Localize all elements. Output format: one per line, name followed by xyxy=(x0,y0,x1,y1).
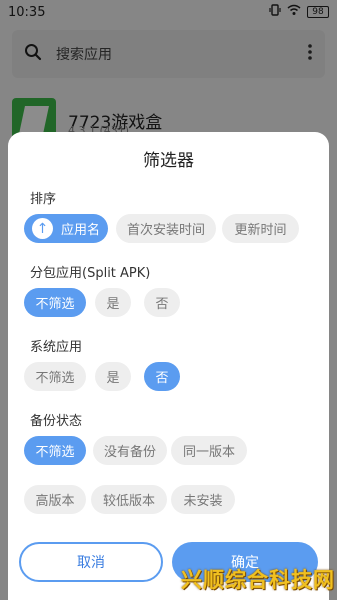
chip-sort-install-time[interactable]: 首次安装时间 xyxy=(116,214,216,243)
sheet-title: 筛选器 xyxy=(143,151,194,171)
sort-label: 排序 xyxy=(30,192,57,207)
chip-split-no[interactable]: 否 xyxy=(144,288,180,317)
chip-sort-update-time[interactable]: 更新时间 xyxy=(222,214,299,243)
chip-system-yes[interactable]: 是 xyxy=(95,362,131,391)
chip-backup-higher[interactable]: 高版本 xyxy=(24,485,86,514)
cancel-button[interactable]: 取消 xyxy=(19,542,163,582)
chip-backup-none[interactable]: 不筛选 xyxy=(24,436,86,465)
chip-system-none[interactable]: 不筛选 xyxy=(24,362,86,391)
watermark: 兴顺综合科技网 xyxy=(181,568,335,592)
system-label: 系统应用 xyxy=(30,340,83,355)
chip-backup-lower[interactable]: 较低版本 xyxy=(91,485,167,514)
chip-split-none[interactable]: 不筛选 xyxy=(24,288,86,317)
chip-backup-same-version[interactable]: 同一版本 xyxy=(171,436,247,465)
split-label: 分包应用(Split APK) xyxy=(30,266,151,281)
chip-backup-not-installed[interactable]: 未安装 xyxy=(171,485,235,514)
chip-system-no[interactable]: 否 xyxy=(144,362,180,391)
sort-arrow-icon: ↑ xyxy=(31,218,53,239)
chip-sort-name[interactable]: ↑ 应用名 xyxy=(24,214,108,243)
chip-split-yes[interactable]: 是 xyxy=(95,288,131,317)
chip-backup-no-backup[interactable]: 没有备份 xyxy=(93,436,167,465)
backup-label: 备份状态 xyxy=(30,414,83,429)
filter-sheet: 筛选器 排序 ↑ 应用名 首次安装时间 更新时间 分包应用(Split APK)… xyxy=(8,132,329,600)
